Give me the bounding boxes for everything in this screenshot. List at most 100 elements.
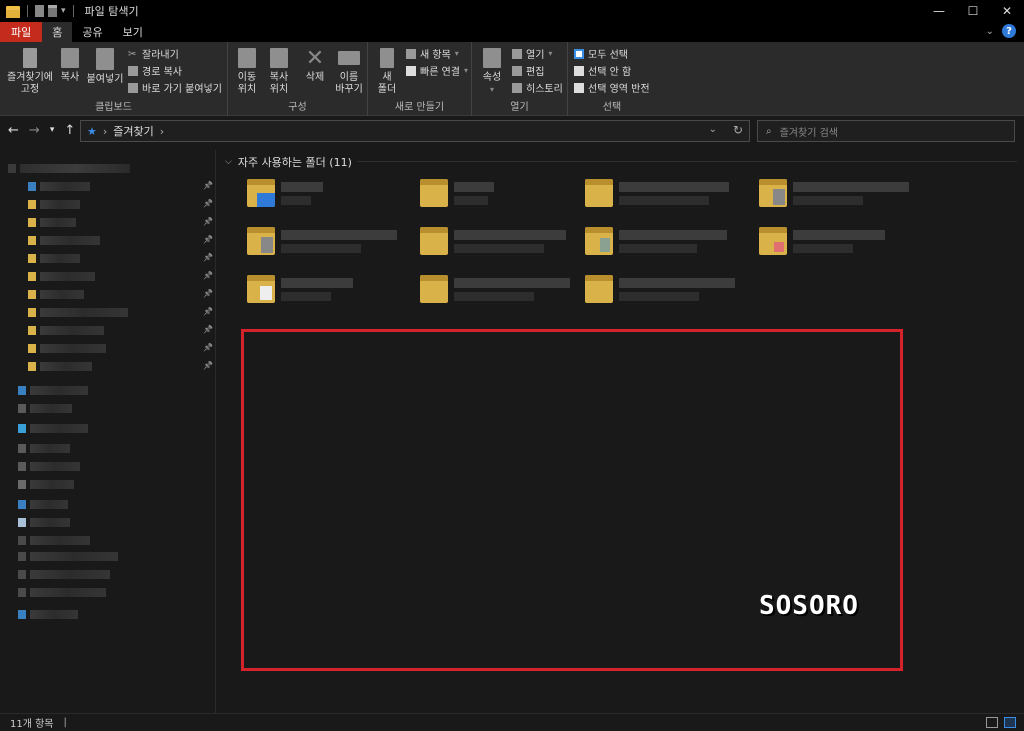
pin-icon[interactable]: 📌 <box>203 235 213 244</box>
large-icons-view-icon[interactable] <box>1004 717 1016 728</box>
frequent-folder-item[interactable] <box>420 226 566 256</box>
paste-button[interactable]: 붙여넣기 <box>86 48 124 86</box>
select-none-button[interactable]: 선택 안 함 <box>574 63 631 78</box>
cut-button[interactable]: ✂ 잘라내기 <box>128 46 179 62</box>
frequent-folder-item[interactable] <box>585 274 735 304</box>
chevron-down-icon[interactable]: ▾ <box>61 6 66 16</box>
nav-tree-item[interactable] <box>28 252 80 264</box>
nav-tree-item[interactable] <box>28 180 90 192</box>
chevron-right-icon[interactable]: › <box>160 125 164 138</box>
pin-icon[interactable]: 📌 <box>203 253 213 262</box>
nav-tree-item[interactable] <box>18 534 90 546</box>
nav-tree-item[interactable] <box>18 550 118 562</box>
refresh-icon[interactable]: ↻ <box>733 123 743 137</box>
help-icon[interactable]: ? <box>1002 24 1016 38</box>
nav-tree-item[interactable] <box>28 216 76 228</box>
frequent-folder-item[interactable] <box>420 178 494 208</box>
nav-tree-item[interactable] <box>18 460 80 472</box>
tab-share[interactable]: 공유 <box>72 22 112 42</box>
path-icon <box>128 65 138 76</box>
pin-icon[interactable]: 📌 <box>203 199 213 208</box>
nav-tree-item[interactable] <box>18 608 78 620</box>
pin-icon[interactable]: 📌 <box>203 289 213 298</box>
chevron-down-icon[interactable]: ⌄ <box>709 124 717 135</box>
nav-tree-item[interactable] <box>28 234 100 246</box>
details-view-icon[interactable] <box>986 717 998 728</box>
frequent-folder-item[interactable] <box>247 226 397 256</box>
close-button[interactable]: ✕ <box>990 0 1024 22</box>
pin-icon[interactable]: 📌 <box>203 307 213 316</box>
pin-icon[interactable]: 📌 <box>203 361 213 370</box>
tab-home[interactable]: 홈 <box>42 22 73 42</box>
tab-view[interactable]: 보기 <box>113 22 153 42</box>
pin-icon[interactable]: 📌 <box>203 343 213 352</box>
nav-tree-item[interactable] <box>18 586 106 598</box>
frequent-folder-item[interactable] <box>759 178 909 208</box>
easy-access-button[interactable]: 빠른 연결 ▾ <box>406 63 468 78</box>
properties-icon <box>483 48 501 68</box>
frequent-folder-item[interactable] <box>759 226 885 256</box>
copy-path-button[interactable]: 경로 복사 <box>128 63 182 78</box>
nav-tree-item[interactable] <box>18 568 110 580</box>
pin-to-quick-access-button[interactable]: 즐겨찾기에 고정 <box>4 48 56 96</box>
edit-button[interactable]: 편집 <box>512 63 544 78</box>
recent-dropdown-icon[interactable]: ▾ <box>50 123 55 138</box>
nav-tree-label <box>30 423 88 433</box>
tab-file[interactable]: 파일 <box>0 22 43 42</box>
breadcrumb-quick-access[interactable]: 즐겨찾기 <box>113 123 153 139</box>
nav-tree-item[interactable] <box>28 306 128 318</box>
copy-to-button[interactable]: 복사 위치 <box>264 48 294 96</box>
nav-tree-item[interactable] <box>28 342 106 354</box>
back-arrow-icon[interactable]: ← <box>8 123 19 138</box>
new-folder-button[interactable]: 새 폴더 <box>374 48 400 96</box>
pin-icon[interactable]: 📌 <box>203 181 213 190</box>
frequent-folder-item[interactable] <box>585 178 729 208</box>
paste-label: 붙여넣기 <box>86 74 124 85</box>
navigation-pane[interactable]: 📌 📌 📌 📌 📌 📌 📌 📌 📌 📌 📌 <box>0 150 216 713</box>
nav-tree-label <box>30 443 70 453</box>
nav-tree-item[interactable] <box>18 422 88 434</box>
select-all-button[interactable]: 모두 선택 <box>574 46 628 61</box>
chevron-down-icon[interactable]: ⌄ <box>986 26 994 37</box>
nav-tree-item[interactable] <box>18 384 88 396</box>
rename-button[interactable]: 이름 바꾸기 <box>332 48 366 96</box>
delete-button[interactable]: ✕ 삭제 <box>300 48 330 84</box>
nav-tree-item[interactable] <box>28 270 95 282</box>
new-item-button[interactable]: 새 항목 ▾ <box>406 46 459 61</box>
folder-icon <box>28 235 36 245</box>
nav-tree-item[interactable] <box>18 516 70 528</box>
folder-name <box>281 277 353 301</box>
pin-icon[interactable]: 📌 <box>203 325 213 334</box>
frequent-folder-item[interactable] <box>585 226 727 256</box>
frequent-folder-item[interactable] <box>247 178 323 208</box>
new-folder-icon[interactable] <box>48 5 57 17</box>
pin-icon[interactable]: 📌 <box>203 271 213 280</box>
minimize-button[interactable]: — <box>922 0 956 22</box>
invert-selection-button[interactable]: 선택 영역 반전 <box>574 80 650 95</box>
copy-button[interactable]: 복사 <box>56 48 84 84</box>
maximize-button[interactable]: ☐ <box>956 0 990 22</box>
frequent-folders-header[interactable]: ⌵ 자주 사용하는 폴더 (11) <box>225 154 352 170</box>
frequent-folder-item[interactable] <box>420 274 570 304</box>
move-to-button[interactable]: 이동 위치 <box>232 48 262 96</box>
nav-tree-item[interactable] <box>28 198 80 210</box>
search-input[interactable]: ⌕ 즐겨찾기 검색 <box>757 120 1015 142</box>
paste-shortcut-button[interactable]: 바로 가기 붙여넣기 <box>128 80 222 95</box>
properties-button[interactable]: 속성 ▾ <box>478 48 506 96</box>
nav-tree-item[interactable] <box>28 360 92 372</box>
address-bar[interactable]: ★ › 즐겨찾기 › ⌄ ↻ <box>80 120 750 142</box>
frequent-folder-item[interactable] <box>247 274 353 304</box>
nav-tree-item[interactable] <box>18 402 72 414</box>
nav-tree-item[interactable] <box>28 288 84 300</box>
nav-tree-item[interactable] <box>8 162 130 174</box>
forward-arrow-icon[interactable]: → <box>29 123 40 138</box>
pin-icon[interactable]: 📌 <box>203 217 213 226</box>
history-button[interactable]: 히스토리 <box>512 80 563 95</box>
up-arrow-icon[interactable]: ↑ <box>64 123 75 138</box>
nav-tree-item[interactable] <box>18 478 74 490</box>
nav-tree-item[interactable] <box>28 324 104 336</box>
nav-tree-item[interactable] <box>18 498 68 510</box>
open-button[interactable]: 열기 ▾ <box>512 46 552 61</box>
nav-tree-item[interactable] <box>18 442 70 454</box>
properties-icon[interactable] <box>35 5 44 17</box>
